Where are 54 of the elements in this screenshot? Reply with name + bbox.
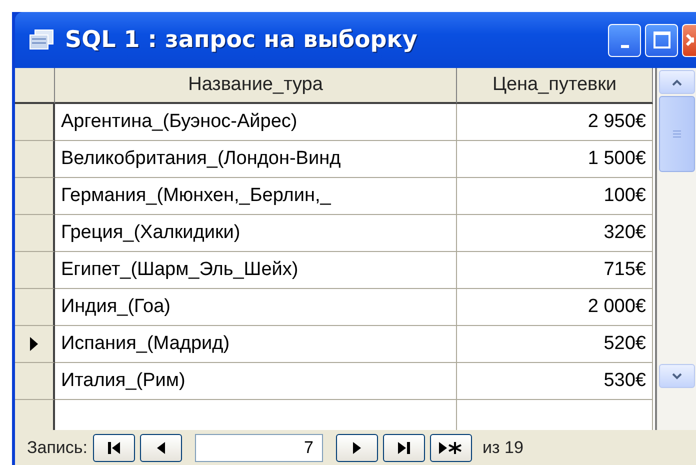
table-cell: 2 950€: [457, 104, 653, 141]
row-selector[interactable]: [15, 363, 55, 400]
last-record-button[interactable]: [382, 434, 425, 462]
table-cell: 100€: [457, 178, 653, 215]
next-record-icon: [352, 440, 362, 454]
row-selector[interactable]: [15, 400, 55, 430]
next-record-button[interactable]: [336, 434, 378, 462]
table-cell: 530€: [457, 363, 653, 400]
close-icon: [686, 33, 694, 47]
previous-record-button[interactable]: [140, 434, 182, 462]
row-selector[interactable]: [15, 104, 55, 141]
scroll-up-button[interactable]: [658, 70, 694, 94]
record-count: из 19: [482, 438, 524, 458]
scroll-thumb[interactable]: [658, 96, 694, 172]
maximize-icon: [652, 31, 670, 49]
table-cell: Аргентина_(Буэнос-Айрес): [55, 104, 457, 141]
current-record-icon: [29, 336, 39, 352]
record-number-field[interactable]: 7: [194, 434, 323, 462]
scrollbar[interactable]: [655, 68, 696, 430]
table-cell: 520€: [457, 326, 653, 363]
table-cell: 2 000€: [457, 289, 653, 326]
column-header[interactable]: Цена_путевки: [457, 68, 653, 104]
row-selector[interactable]: [15, 215, 55, 252]
scroll-down-button[interactable]: [658, 364, 694, 388]
minimize-button[interactable]: [608, 24, 641, 56]
record-label: Запись:: [27, 438, 88, 458]
window-title: SQL 1 : запрос на выборку: [65, 27, 418, 53]
table-cell: Германия_(Мюнхен,_Берлин,_: [55, 178, 457, 215]
window-icon: [29, 29, 55, 51]
row-selector[interactable]: [15, 141, 55, 178]
table-cell: 715€: [457, 252, 653, 289]
table-cell: 320€: [457, 215, 653, 252]
minimize-icon: [620, 44, 628, 48]
row-selector[interactable]: [15, 289, 55, 326]
table-cell: Индия_(Гоа): [55, 289, 457, 326]
table-cell: Египет_(Шарм_Эль_Шейх): [55, 252, 457, 289]
close-button[interactable]: [682, 24, 696, 56]
last-record-icon: [396, 440, 411, 454]
first-record-button[interactable]: [92, 434, 135, 462]
column-header[interactable]: Название_тура: [55, 68, 457, 104]
row-selector[interactable]: [15, 178, 55, 215]
table-cell: Великобритания_(Лондон-Винд: [55, 141, 457, 178]
table-cell: 1 500€: [457, 141, 653, 178]
previous-record-icon: [156, 440, 166, 454]
first-record-icon: [106, 440, 121, 454]
new-record-button[interactable]: [430, 434, 472, 462]
corner-selector[interactable]: [15, 68, 55, 104]
row-selector[interactable]: [15, 326, 55, 363]
row-selector[interactable]: [15, 252, 55, 289]
maximize-button[interactable]: [645, 24, 678, 56]
table-cell: Греция_(Халкидики): [55, 215, 457, 252]
new-record-icon: [438, 440, 464, 454]
table-cell: Испания_(Мадрид): [55, 326, 457, 363]
table-cell: Италия_(Рим): [55, 363, 457, 400]
